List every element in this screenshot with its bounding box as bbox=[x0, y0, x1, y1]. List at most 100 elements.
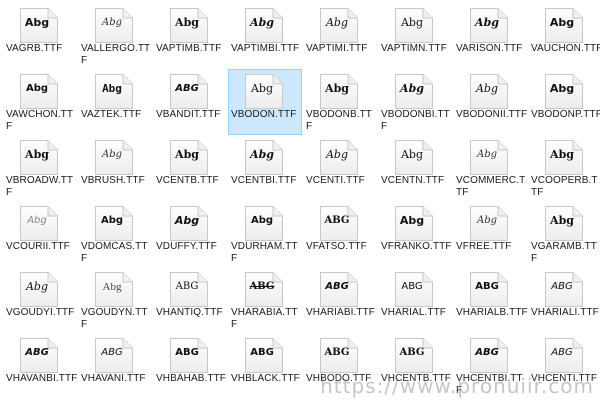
font-file-icon: ABG bbox=[394, 337, 434, 374]
font-file-icon: Abg bbox=[244, 7, 284, 44]
file-item[interactable]: Abg VAPTIMI.TTF bbox=[303, 3, 377, 69]
font-preview-text: Abg bbox=[476, 215, 498, 226]
font-preview-text: ABG bbox=[249, 281, 275, 292]
file-item[interactable]: Abg VBODON.TTF bbox=[228, 69, 302, 135]
font-file-icon: Abg bbox=[244, 205, 284, 242]
font-file-icon: ABG bbox=[394, 271, 434, 308]
font-file-icon: Abg bbox=[19, 139, 59, 176]
file-item[interactable]: ABG VHAVANBI.TTF bbox=[3, 333, 77, 399]
font-preview-text: Abg bbox=[101, 17, 123, 28]
file-item[interactable]: ABG VHBLACK.TTF bbox=[228, 333, 302, 399]
file-item[interactable]: Abg VDUFFY.TTF bbox=[153, 201, 227, 267]
file-item[interactable]: Abg VGARAMB.TTF bbox=[528, 201, 600, 267]
file-item[interactable]: Abg VARISON.TTF bbox=[453, 3, 527, 69]
file-grid: Abg VAGRB.TTF Abg VALLERGO.TTF Abg VAPTIMB.TT… bbox=[0, 0, 600, 400]
file-name-label: VFRANKO.TTF bbox=[381, 241, 452, 252]
file-item[interactable]: Abg VCOMMERC.TTF bbox=[453, 135, 527, 201]
font-preview-text: Abg bbox=[174, 214, 200, 227]
font-preview-text: Abg bbox=[325, 148, 349, 161]
font-file-icon: ABG bbox=[469, 271, 509, 308]
font-file-icon: Abg bbox=[394, 7, 434, 44]
file-name-label: VHARIALI.TTF bbox=[531, 307, 599, 318]
file-item[interactable]: Abg VBODONBI.TTF bbox=[378, 69, 452, 135]
font-file-icon: ABG bbox=[244, 271, 284, 308]
file-name-label: VCENTBI.TTF bbox=[231, 175, 297, 186]
file-name-label: VBODONBI.TTF bbox=[381, 109, 450, 132]
font-file-icon: Abg bbox=[469, 205, 509, 242]
file-item[interactable]: Abg VAUCHON.TTF bbox=[528, 3, 600, 69]
file-item[interactable]: ABG VFATSO.TTF bbox=[303, 201, 377, 267]
file-item[interactable]: Abg VFREE.TTF bbox=[453, 201, 527, 267]
file-item[interactable]: Abg VCOURII.TTF bbox=[3, 201, 77, 267]
font-preview-text: Abg bbox=[25, 83, 49, 94]
font-file-icon: Abg bbox=[544, 205, 584, 242]
file-name-label: VHARIABI.TTF bbox=[306, 307, 375, 318]
file-item[interactable]: Abg VAZTEK.TTF bbox=[78, 69, 152, 135]
file-item[interactable]: Abg VBODONB.TTF bbox=[303, 69, 377, 135]
font-file-icon: Abg bbox=[94, 271, 134, 308]
file-name-label: VBODONII.TTF bbox=[456, 109, 528, 120]
font-preview-text: Abg bbox=[27, 215, 47, 226]
file-item[interactable]: Abg VDURHAM.TTF bbox=[228, 201, 302, 267]
file-item[interactable]: ABG VBANDIT.TTF bbox=[153, 69, 227, 135]
file-item[interactable]: Abg VAPTIMN.TTF bbox=[378, 3, 452, 69]
file-item[interactable]: Abg VAPTIMB.TTF bbox=[153, 3, 227, 69]
file-name-label: VDOMCAS.TTF bbox=[81, 241, 148, 264]
file-item[interactable]: Abg VBRUSH.TTF bbox=[78, 135, 152, 201]
file-item[interactable]: Abg VAPTIMBI.TTF bbox=[228, 3, 302, 69]
file-item[interactable]: Abg VBROADW.TTF bbox=[3, 135, 77, 201]
file-item[interactable]: Abg VALLERGO.TTF bbox=[78, 3, 152, 69]
font-preview-text: Abg bbox=[100, 215, 124, 226]
font-file-icon: ABG bbox=[319, 271, 359, 308]
font-file-icon: Abg bbox=[94, 205, 134, 242]
font-preview-text: Abg bbox=[476, 149, 498, 160]
file-item[interactable]: ABG VHANTIQ.TTF bbox=[153, 267, 227, 333]
file-item[interactable]: Abg VAGRB.TTF bbox=[3, 3, 77, 69]
file-item[interactable]: Abg VCENTB.TTF bbox=[153, 135, 227, 201]
font-file-icon: ABG bbox=[319, 205, 359, 242]
file-item[interactable]: Abg VCENTI.TTF bbox=[303, 135, 377, 201]
file-item[interactable]: ABG VHBAHAB.TTF bbox=[153, 333, 227, 399]
font-file-icon: Abg bbox=[544, 73, 584, 110]
file-item[interactable]: ABG VHARABIA.TTF bbox=[228, 267, 302, 333]
file-item[interactable]: Abg VDOMCAS.TTF bbox=[78, 201, 152, 267]
file-item[interactable]: ABG VHARIABI.TTF bbox=[303, 267, 377, 333]
file-item[interactable]: Abg VBODONP.TTF bbox=[528, 69, 600, 135]
font-preview-text: ABG bbox=[551, 281, 573, 292]
file-name-label: VCOOPERB.TTF bbox=[531, 175, 598, 198]
font-preview-text: Abg bbox=[24, 16, 50, 29]
file-item[interactable]: Abg VGOUDYI.TTF bbox=[3, 267, 77, 333]
font-preview-text: Abg bbox=[400, 148, 424, 161]
font-file-icon: ABG bbox=[19, 337, 59, 374]
font-preview-text: Abg bbox=[475, 16, 499, 29]
font-preview-text: ABG bbox=[101, 347, 123, 358]
file-item[interactable]: ABG VHARIAL.TTF bbox=[378, 267, 452, 333]
font-file-icon: ABG bbox=[94, 337, 134, 374]
font-preview-text: ABG bbox=[551, 347, 573, 358]
font-preview-text: Abg bbox=[325, 82, 349, 95]
file-name-label: VARISON.TTF bbox=[456, 43, 523, 54]
file-item[interactable]: Abg VBODONII.TTF bbox=[453, 69, 527, 135]
file-item[interactable]: ABG VHARIALI.TTF bbox=[528, 267, 600, 333]
font-file-icon: Abg bbox=[94, 73, 134, 110]
file-item[interactable]: Abg VAWCHON.TTF bbox=[3, 69, 77, 135]
file-item[interactable]: Abg VCOOPERB.TTF bbox=[528, 135, 600, 201]
file-name-label: VALLERGO.TTF bbox=[81, 43, 151, 66]
font-file-icon: Abg bbox=[544, 139, 584, 176]
file-name-label: VGOUDYN.TTF bbox=[81, 307, 148, 330]
file-item[interactable]: Abg VFRANKO.TTF bbox=[378, 201, 452, 267]
file-item[interactable]: Abg VCENTBI.TTF bbox=[228, 135, 302, 201]
file-name-label: VHARIAL.TTF bbox=[381, 307, 446, 318]
file-item[interactable]: Abg VCENTN.TTF bbox=[378, 135, 452, 201]
file-name-label: VGARAMB.TTF bbox=[531, 241, 598, 264]
file-name-label: VGOUDYI.TTF bbox=[6, 307, 75, 318]
font-file-icon: ABG bbox=[169, 271, 209, 308]
font-file-icon: Abg bbox=[244, 73, 284, 110]
font-file-icon: ABG bbox=[544, 337, 584, 374]
file-item[interactable]: ABG VHARIALB.TTF bbox=[453, 267, 528, 333]
font-preview-text: Abg bbox=[400, 82, 424, 95]
font-preview-text: Abg bbox=[550, 148, 574, 161]
font-file-icon: Abg bbox=[19, 73, 59, 110]
file-item[interactable]: Abg VGOUDYN.TTF bbox=[78, 267, 152, 333]
file-item[interactable]: ABG VHAVANI.TTF bbox=[78, 333, 152, 399]
